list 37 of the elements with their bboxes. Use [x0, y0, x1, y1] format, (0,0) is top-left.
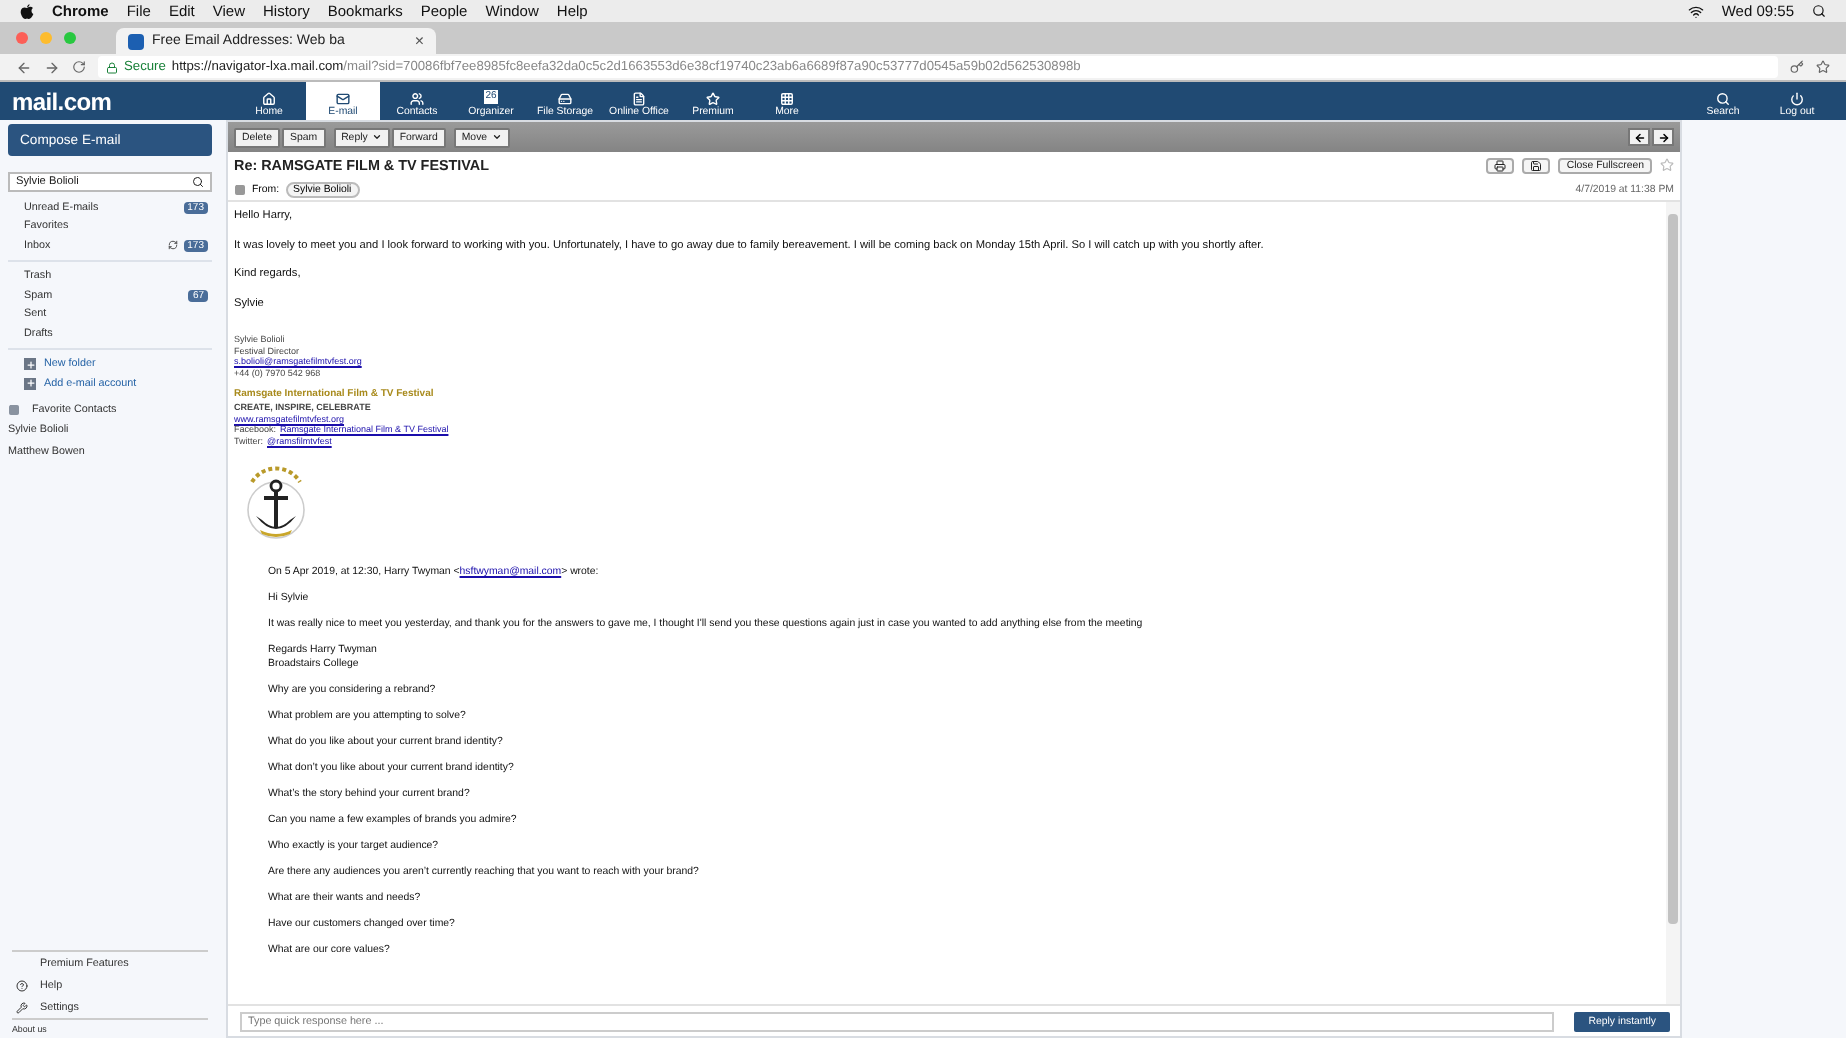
plus-icon[interactable] [24, 377, 36, 390]
print-button[interactable] [1486, 157, 1515, 173]
tab-close-button[interactable]: × [414, 32, 424, 50]
sender-icon [234, 183, 246, 195]
forward-icon[interactable] [44, 59, 60, 75]
floppy-disk-icon [1530, 159, 1543, 171]
contacts-icon [8, 403, 20, 415]
back-icon[interactable] [16, 59, 32, 75]
search-icon[interactable] [192, 176, 204, 188]
bookmark-star-icon[interactable] [1816, 60, 1830, 74]
printer-icon [1494, 159, 1507, 171]
drive-icon [558, 92, 572, 106]
power-icon [1790, 92, 1804, 106]
lock-icon [106, 61, 118, 73]
apple-icon[interactable] [20, 3, 34, 19]
people-icon [410, 92, 424, 106]
star-icon[interactable] [1660, 158, 1674, 172]
previous-button[interactable] [1628, 128, 1650, 146]
reload-icon[interactable] [72, 60, 86, 74]
wifi-icon[interactable] [1687, 3, 1704, 19]
search-icon[interactable] [1812, 4, 1826, 18]
key-icon[interactable] [1790, 60, 1804, 74]
home-icon [262, 92, 276, 106]
plus-icon[interactable] [24, 358, 36, 371]
next-button[interactable] [1652, 128, 1674, 146]
grid-icon [780, 92, 794, 106]
wrench-icon[interactable] [16, 1001, 28, 1013]
scrollbar-thumb[interactable] [1668, 214, 1678, 924]
favicon-icon [128, 33, 144, 49]
star-icon [706, 92, 720, 106]
help-icon[interactable] [16, 979, 28, 991]
refresh-icon[interactable] [167, 240, 178, 251]
site-logo[interactable]: mail.com [12, 82, 232, 120]
envelope-icon [336, 92, 350, 106]
document-icon [632, 92, 646, 106]
save-button[interactable] [1522, 157, 1551, 173]
search-icon [1716, 92, 1730, 106]
